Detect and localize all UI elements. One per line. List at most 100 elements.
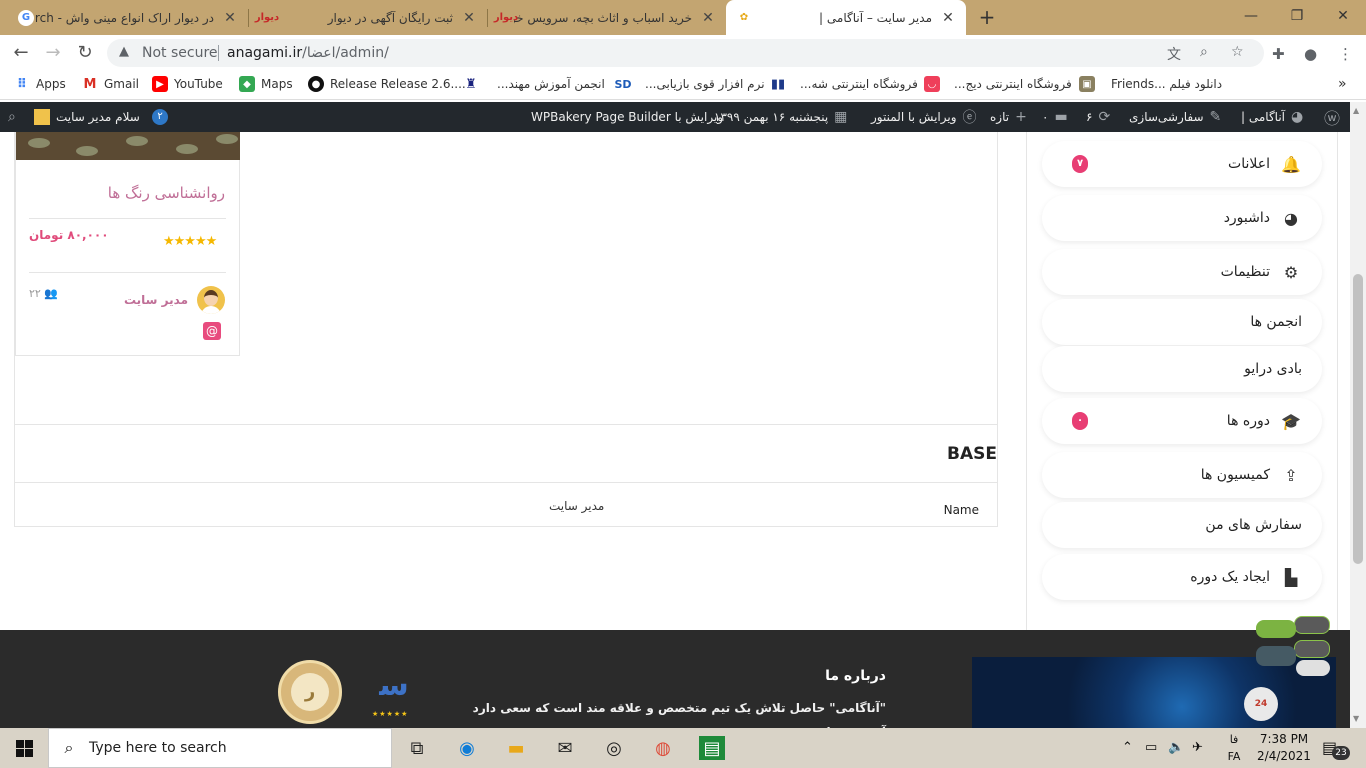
close-window-button[interactable]: ✕ xyxy=(1320,0,1366,32)
chrome-icon[interactable]: ◍ xyxy=(650,736,676,760)
task-view-icon[interactable]: ⧉ xyxy=(404,736,430,760)
scroll-down-arrow-icon[interactable]: ▼ xyxy=(1353,714,1359,723)
sidebar-item-settings[interactable]: تنظیمات ⚙ xyxy=(1042,249,1322,295)
samandehi-seal-logo[interactable]: ﺳ ★★★★★ xyxy=(366,660,424,724)
sidebar-item-forums[interactable]: انجمن ها xyxy=(1042,299,1322,345)
minimize-button[interactable]: — xyxy=(1228,0,1274,32)
browser-tab[interactable]: ✕ ثبت رایگان آگهی در دیوار دیوار xyxy=(249,0,487,35)
new-tab-button[interactable]: + xyxy=(976,6,998,28)
bookmark-gmail[interactable]: M Gmail xyxy=(82,76,139,92)
customize-label: سفارشی‌سازی xyxy=(1129,110,1204,124)
adminbar-wpbakery[interactable]: ویرایش با WPBakery Page Builder xyxy=(531,102,723,132)
bookmark-apps[interactable]: ⠿ Apps xyxy=(14,76,66,92)
message-icon[interactable]: @ xyxy=(203,322,221,340)
author-avatar[interactable] xyxy=(197,286,225,314)
url-text[interactable]: anagami.ir/اعضا/admin/ xyxy=(227,45,389,61)
bookmark-shop[interactable]: ▮▮ فروشگاه اینترنتی شه... xyxy=(770,76,918,92)
tab-close-icon[interactable]: ✕ xyxy=(222,10,238,26)
sidebar-item-buddydrive[interactable]: بادی درایو xyxy=(1042,346,1322,392)
media-player-icon[interactable]: ◎ xyxy=(601,736,627,760)
date-label: پنجشنبه ۱۶ بهمن ۱۳۹۹ xyxy=(714,110,829,124)
file-explorer-icon[interactable]: ▬ xyxy=(503,736,529,760)
wordpress-logo-icon[interactable]: ⓦ xyxy=(1324,102,1340,132)
scrollbar-thumb[interactable] xyxy=(1353,274,1363,564)
forward-button[interactable]: → xyxy=(40,40,66,66)
sidebar-item-courses[interactable]: ۰ دوره ها 🎓 xyxy=(1042,398,1322,444)
bookmark-label: فروشگاه اینترنتی شه... xyxy=(800,77,918,91)
app-icon[interactable]: ▤ xyxy=(699,736,725,760)
show-hidden-icons-chevron-up-icon[interactable]: ⌃ xyxy=(1122,740,1133,755)
bookmark-maps[interactable]: ◆ Maps xyxy=(239,76,293,92)
chat-widget-button[interactable] xyxy=(1256,614,1332,676)
notification-badge: ۲ xyxy=(152,109,168,125)
menu-icon[interactable]: ⋮ xyxy=(1338,45,1353,63)
upload-icon: ⇪ xyxy=(1284,465,1298,485)
course-author[interactable]: مدیر سایت xyxy=(124,293,188,307)
taskbar-search-box[interactable]: ⌕ Type here to search xyxy=(48,728,392,768)
sidebar-item-create-course[interactable]: ایجاد یک دوره ▙ xyxy=(1042,554,1322,600)
base-profile-section: BASE Name مدیر سایت xyxy=(14,424,998,527)
adminbar-customize[interactable]: ✎ سفارشی‌سازی xyxy=(1129,102,1221,132)
dashboard-icon: ◕ xyxy=(1291,109,1304,125)
tab-title: ثبت رایگان آگهی در دیوار xyxy=(327,10,453,25)
network-icon[interactable]: ✈ xyxy=(1192,740,1203,755)
bookmark-recovery[interactable]: SD نرم افزار قوی بازیابی... xyxy=(614,76,764,92)
zoom-icon[interactable]: ⌕ xyxy=(1200,44,1208,60)
course-thumbnail[interactable] xyxy=(16,132,240,160)
bookmark-youtube[interactable]: ▶ YouTube xyxy=(152,76,223,92)
bookmark-forum[interactable]: ♜ انجمن آموزش مهند... xyxy=(463,76,605,92)
profile-icon[interactable]: ● xyxy=(1304,45,1317,63)
scroll-up-arrow-icon[interactable]: ▲ xyxy=(1353,106,1359,115)
elementor-icon: ⓔ xyxy=(962,110,977,126)
course-card[interactable]: روانشناسی رنگ ها ۸۰,۰۰۰ تومان ★★★★★ ۲۲ 👥… xyxy=(15,132,240,356)
adminbar-comments[interactable]: ▬ ۰ xyxy=(1042,102,1068,132)
adminbar-my-account[interactable]: سلام مدیر سایت xyxy=(34,102,140,132)
adminbar-site-name[interactable]: ◕ آناگامی | xyxy=(1241,102,1303,132)
taskbar-clock[interactable]: 7:38 PM 2/4/2021 xyxy=(1256,731,1312,765)
bookmark-label: انجمن آموزش مهند... xyxy=(497,77,605,91)
extensions-icon[interactable]: ✚ xyxy=(1272,45,1285,63)
tab-close-icon[interactable]: ✕ xyxy=(700,10,716,26)
browser-tab[interactable]: ✕ خرید اسباب و اثاث بچه، سرویس خو دیوار xyxy=(488,0,726,35)
action-center-button[interactable]: ▤ 23 xyxy=(1322,738,1352,760)
battery-icon[interactable]: ▭ xyxy=(1145,740,1157,755)
adminbar-updates[interactable]: ⟳ ۶ xyxy=(1086,102,1110,132)
sidebar-item-my-orders[interactable]: سفارش های من xyxy=(1042,502,1322,548)
start-button[interactable] xyxy=(0,728,48,768)
sidebar-item-notifications[interactable]: ۷ اعلانات 🔔 xyxy=(1042,141,1322,187)
bookmark-label: Friends... دانلود فیلم xyxy=(1111,77,1223,91)
film-icon: ▣ xyxy=(1079,76,1095,92)
enamad-seal-logo[interactable]: ر xyxy=(278,660,342,724)
field-value-name: مدیر سایت xyxy=(549,499,605,513)
bookmark-star-icon[interactable]: ☆ xyxy=(1231,44,1244,60)
sidebar-item-dashboard[interactable]: داشبورد ◕ xyxy=(1042,195,1322,241)
back-button[interactable]: ← xyxy=(8,40,34,66)
updates-icon: ⟳ xyxy=(1098,109,1111,125)
more-bookmarks-button[interactable]: » xyxy=(1338,76,1347,92)
browser-tab[interactable]: ✕ در دیوار اراک انواع مینی واش - rch G xyxy=(8,0,248,35)
browser-tab-active[interactable]: ✕ مدیر سایت – آناگامی | ✿ xyxy=(726,0,966,35)
adminbar-search-icon[interactable]: ⌕ xyxy=(8,102,16,132)
address-bar[interactable]: ▲ Not secure anagami.ir/اعضا/admin/ 文 ⌕ … xyxy=(107,39,1264,67)
warning-icon[interactable]: ▲ xyxy=(119,44,129,59)
greeting-label: سلام مدیر سایت xyxy=(56,110,140,124)
adminbar-new[interactable]: + تازه xyxy=(990,102,1027,132)
bookmark-digikala[interactable]: ◡ فروشگاه اینترنتی دیج... xyxy=(924,76,1072,92)
adminbar-notifications[interactable]: ۲ xyxy=(152,102,168,132)
edge-icon[interactable]: ◉ xyxy=(454,736,480,760)
security-status[interactable]: Not secure xyxy=(142,45,218,61)
bookmark-film[interactable]: ▣ Friends... دانلود فیلم xyxy=(1079,76,1222,92)
page-scrollbar[interactable]: ▲ ▼ xyxy=(1350,102,1366,728)
language-indicator[interactable]: فا FA xyxy=(1222,731,1246,765)
bookmark-github[interactable]: ● Release Release 2.6.... xyxy=(308,76,466,92)
adminbar-elementor[interactable]: ⓔ ویرایش با المنتور xyxy=(871,102,977,132)
sidebar-item-commissions[interactable]: کمیسیون ها ⇪ xyxy=(1042,452,1322,498)
course-title[interactable]: روانشناسی رنگ ها xyxy=(108,184,225,202)
tab-close-icon[interactable]: ✕ xyxy=(461,10,477,26)
restore-button[interactable]: ❐ xyxy=(1274,0,1320,32)
mail-icon[interactable]: ✉ xyxy=(552,736,578,760)
reload-button[interactable]: ↻ xyxy=(72,40,98,66)
tab-close-icon[interactable]: ✕ xyxy=(940,10,956,26)
volume-icon[interactable]: 🔈 xyxy=(1168,740,1184,755)
translate-icon[interactable]: 文 xyxy=(1167,44,1181,64)
